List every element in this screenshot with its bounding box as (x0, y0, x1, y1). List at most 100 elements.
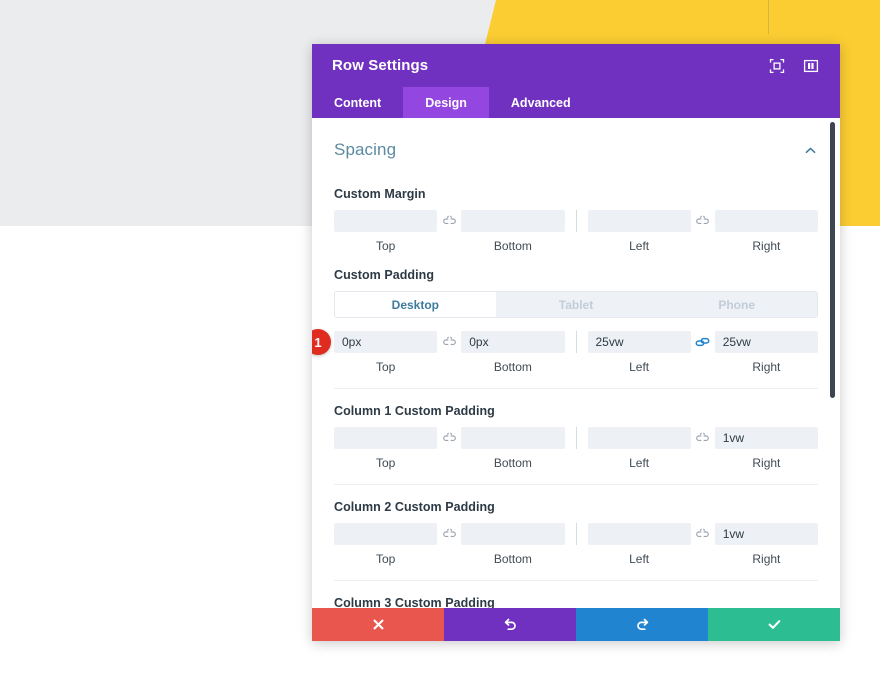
field-divider (575, 427, 577, 449)
field-right: Right (714, 427, 818, 470)
field-label-bottom: Bottom (493, 239, 532, 253)
spacing-row-vertical: Top (334, 427, 565, 470)
page-root: Row Settings Content Design Advanced Spa… (0, 0, 880, 677)
col2-padding-left-input[interactable] (587, 523, 691, 545)
spacing-row-horizontal: Left (587, 331, 818, 374)
field-bottom: Bottom (461, 523, 565, 566)
margin-top-input[interactable] (334, 210, 438, 232)
field-group-label: Column 3 Custom Padding (334, 596, 495, 608)
field-bottom: Bottom (461, 210, 565, 253)
link-unlinked-icon[interactable] (437, 210, 461, 232)
field-label-right: Right (752, 456, 781, 470)
link-unlinked-icon[interactable] (691, 427, 715, 449)
field-label-top: Top (375, 239, 396, 253)
link-unlinked-icon[interactable] (437, 523, 461, 545)
field-divider (575, 331, 577, 353)
field-label-right: Right (752, 552, 781, 566)
spacing-row-vertical: Top (334, 523, 565, 566)
spacing-row: Top (334, 523, 818, 566)
field-label-left: Left (629, 239, 650, 253)
field-label-right: Right (752, 239, 781, 253)
tab-content[interactable]: Content (312, 87, 403, 118)
link-linked-icon[interactable] (691, 331, 715, 353)
field-label-left: Left (629, 360, 650, 374)
group-divider (334, 388, 818, 389)
device-tab-phone[interactable]: Phone (656, 292, 817, 317)
page-title: Row Settings (332, 57, 429, 74)
status-badge: 1 (312, 329, 331, 355)
link-unlinked-icon[interactable] (691, 210, 715, 232)
padding-bottom-input[interactable] (461, 331, 565, 353)
field-label-right: Right (752, 360, 781, 374)
col1-padding-left-input[interactable] (587, 427, 691, 449)
field-label-left: Left (629, 552, 650, 566)
section-header-spacing[interactable]: Spacing (334, 118, 818, 174)
field-group-label: Custom Margin (334, 187, 426, 201)
save-button[interactable] (708, 608, 840, 641)
field-right: Right (714, 523, 818, 566)
field-top: Top (334, 523, 438, 566)
field-label-top: Top (375, 360, 396, 374)
field-left: Left (587, 331, 691, 374)
col1-padding-bottom-input[interactable] (461, 427, 565, 449)
expand-icon[interactable] (768, 57, 786, 75)
field-group-column-2-padding: Column 2 Custom Padding Top Bottom Left … (334, 500, 818, 583)
col2-padding-right-input[interactable] (714, 523, 818, 545)
tab-advanced[interactable]: Advanced (489, 87, 593, 118)
link-unlinked-icon[interactable] (691, 523, 715, 545)
field-bottom: Bottom (461, 427, 565, 470)
col2-padding-bottom-input[interactable] (461, 523, 565, 545)
field-group-column-1-padding: Column 1 Custom Padding Top Bottom Left … (334, 404, 818, 487)
spacing-row: Top (334, 210, 818, 253)
chevron-up-icon[interactable] (802, 142, 818, 158)
field-group-column-3-padding: Column 3 Custom Padding Top (334, 596, 818, 608)
row-settings-modal: Row Settings Content Design Advanced Spa… (312, 44, 840, 641)
undo-button[interactable] (444, 608, 576, 641)
field-left: Left (587, 210, 691, 253)
undo-icon (504, 618, 516, 631)
field-left: Left (587, 427, 691, 470)
margin-right-input[interactable] (714, 210, 818, 232)
field-right: Right (714, 210, 818, 253)
modal-header: Row Settings (312, 44, 840, 87)
margin-bottom-input[interactable] (461, 210, 565, 232)
device-tab-desktop[interactable]: Desktop (335, 292, 496, 317)
scrollbar-track[interactable] (829, 118, 838, 608)
device-tab-tablet[interactable]: Tablet (496, 292, 657, 317)
device-tabs: Desktop Tablet Phone (334, 291, 818, 318)
padding-right-input[interactable] (714, 331, 818, 353)
field-right: Right (714, 331, 818, 374)
redo-button[interactable] (576, 608, 708, 641)
group-divider (334, 484, 818, 485)
padding-top-input[interactable] (334, 331, 438, 353)
section-title: Spacing (334, 140, 397, 159)
modal-body: Spacing Custom Margin Top Bottom Left Ri… (312, 118, 840, 608)
link-unlinked-icon[interactable] (437, 427, 461, 449)
link-unlinked-icon[interactable] (437, 331, 461, 353)
tab-design[interactable]: Design (403, 87, 489, 118)
cancel-button[interactable] (312, 608, 444, 641)
spacing-row: Top (334, 427, 818, 470)
field-group-label: Column 1 Custom Padding (334, 404, 495, 418)
margin-left-input[interactable] (587, 210, 691, 232)
spacing-row-horizontal: Left (587, 427, 818, 470)
settings-content: Spacing Custom Margin Top Bottom Left Ri… (312, 118, 840, 608)
modal-header-icons (768, 57, 820, 75)
close-icon (373, 619, 383, 630)
padding-left-input[interactable] (587, 331, 691, 353)
field-group-custom-padding: Custom Padding Desktop Tablet Phone 1 To… (312, 268, 818, 391)
field-bottom: Bottom (461, 331, 565, 374)
split-view-icon[interactable] (802, 57, 820, 75)
col2-padding-top-input[interactable] (334, 523, 438, 545)
scrollbar-thumb[interactable] (830, 122, 835, 398)
field-top: Top (334, 427, 438, 470)
field-group-custom-margin: Custom Margin Top Bottom Left Right (334, 187, 818, 255)
check-icon (768, 620, 780, 629)
field-label-bottom: Bottom (493, 456, 532, 470)
spacing-row: 1 Top (312, 329, 818, 374)
col1-padding-right-input[interactable] (714, 427, 818, 449)
field-label-bottom: Bottom (493, 360, 532, 374)
field-divider (575, 523, 577, 545)
col1-padding-top-input[interactable] (334, 427, 438, 449)
spacing-row-horizontal: Left (587, 523, 818, 566)
